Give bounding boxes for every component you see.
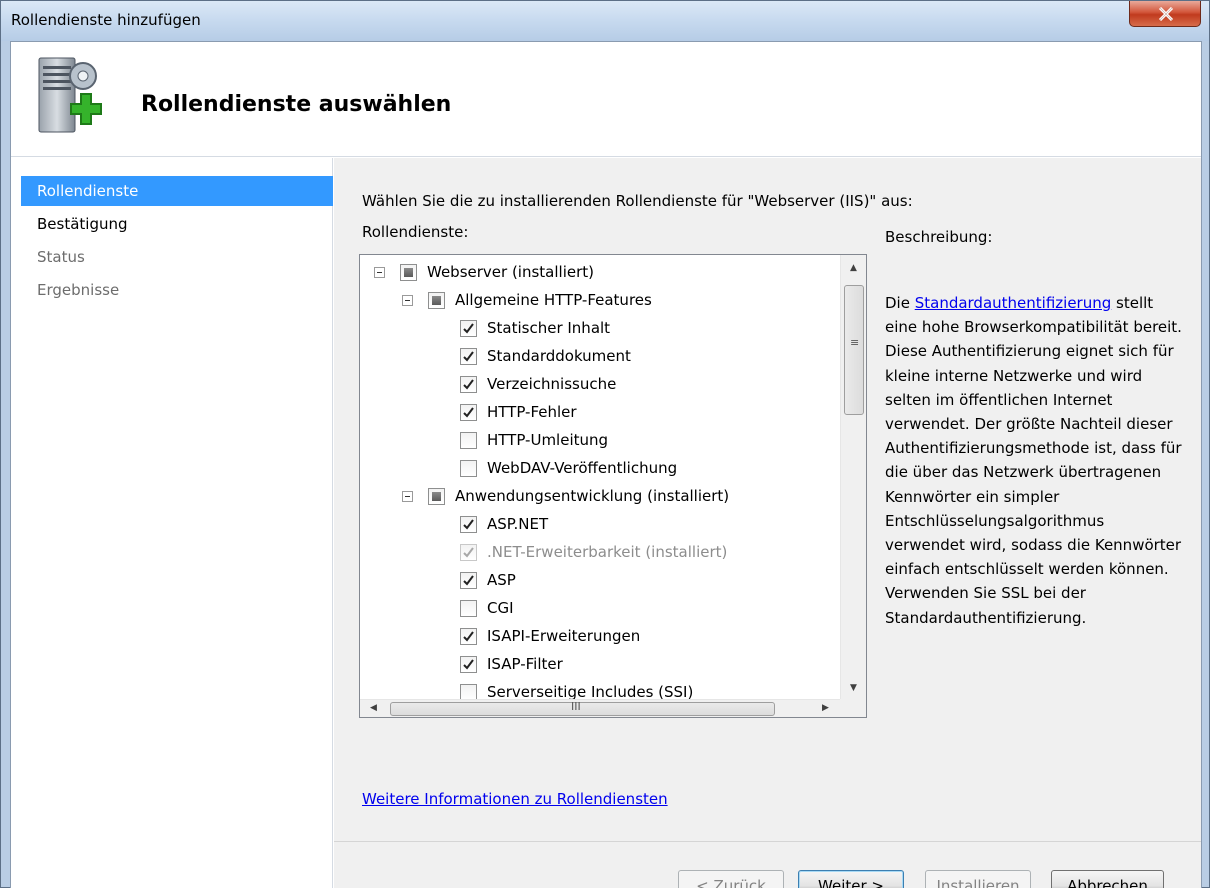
tree-item[interactable]: Statischer Inhalt xyxy=(360,314,838,342)
checkmark-icon xyxy=(463,379,474,390)
wizard-content: Wählen Sie die zu installierenden Rollen… xyxy=(334,158,1201,888)
wizard-header: Rollendienste auswählen xyxy=(11,42,1201,157)
tree-item[interactable]: ISAP-Filter xyxy=(360,650,838,678)
tree-item[interactable]: HTTP-Fehler xyxy=(360,398,838,426)
close-icon xyxy=(1158,7,1174,21)
standardauthentifizierung-link[interactable]: Standardauthentifizierung xyxy=(915,294,1112,312)
checkmark-icon xyxy=(463,323,474,334)
horizontal-scrollbar[interactable]: ◀ III ▶ xyxy=(360,699,840,717)
checkmark-icon xyxy=(463,631,474,642)
nav-item-rollendienste[interactable]: Rollendienste xyxy=(21,176,333,206)
close-button[interactable] xyxy=(1129,1,1201,27)
grip-icon: ≡ xyxy=(850,336,860,349)
tree-item-label: Statischer Inhalt xyxy=(487,319,611,337)
tree-item-label: ISAPI-Erweiterungen xyxy=(487,627,641,645)
description-text: Die Standardauthentifizierung stellt ein… xyxy=(885,291,1185,630)
tree-item-label: ASP xyxy=(487,571,516,589)
tree-item-label: Allgemeine HTTP-Features xyxy=(455,291,652,309)
vertical-scrollbar[interactable]: ▲ ≡ ▼ xyxy=(840,255,866,699)
checkbox[interactable] xyxy=(428,292,445,309)
dialog-client: Rollendienste auswählen Rollendienste Be… xyxy=(10,41,1202,888)
checkmark-icon xyxy=(463,407,474,418)
tree-item[interactable]: CGI xyxy=(360,594,838,622)
install-button[interactable]: Installieren xyxy=(925,870,1031,888)
tree-item[interactable]: ASP.NET xyxy=(360,510,838,538)
nav-item-bestaetigung[interactable]: Bestätigung xyxy=(21,209,333,239)
collapse-icon[interactable] xyxy=(402,295,413,306)
tree-item-label: ISAP-Filter xyxy=(487,655,563,673)
grip-icon: III xyxy=(571,700,581,713)
checkbox[interactable] xyxy=(460,348,477,365)
tree-item-label: Standarddokument xyxy=(487,347,631,365)
tree-item[interactable]: HTTP-Umleitung xyxy=(360,426,838,454)
tree-item-label: .NET-Erweiterbarkeit (installiert) xyxy=(487,543,728,561)
scroll-right-arrow-icon[interactable]: ▶ xyxy=(822,703,829,713)
tree-item[interactable]: Allgemeine HTTP-Features xyxy=(360,286,838,314)
tree-item-label: Webserver (installiert) xyxy=(427,263,594,281)
checkmark-icon xyxy=(463,351,474,362)
description-prefix: Die xyxy=(885,294,915,312)
tree-item[interactable]: ASP xyxy=(360,566,838,594)
checkbox[interactable] xyxy=(428,488,445,505)
tree-item[interactable]: .NET-Erweiterbarkeit (installiert) xyxy=(360,538,838,566)
back-button[interactable]: < Zurück xyxy=(678,870,784,888)
title-bar[interactable]: Rollendienste hinzufügen xyxy=(1,1,1209,41)
window-title: Rollendienste hinzufügen xyxy=(11,11,201,29)
horizontal-scroll-thumb[interactable]: III xyxy=(390,700,775,716)
tree-item-label: Anwendungsentwicklung (installiert) xyxy=(455,487,730,505)
description-body: stellt eine hohe Browserkompatibilität b… xyxy=(885,294,1182,627)
checkmark-icon xyxy=(463,575,474,586)
tree-item[interactable]: WebDAV-Veröffentlichung xyxy=(360,454,838,482)
tree-item[interactable]: Standarddokument xyxy=(360,342,838,370)
nav-item-ergebnisse: Ergebnisse xyxy=(37,281,120,299)
checkmark-icon xyxy=(463,547,474,558)
nav-item-status: Status xyxy=(37,248,85,266)
checkbox[interactable] xyxy=(460,432,477,449)
checkbox[interactable] xyxy=(400,264,417,281)
role-services-tree[interactable]: Webserver (installiert) Allgemeine HTTP-F… xyxy=(359,254,867,718)
tree-item-label: CGI xyxy=(487,599,514,617)
description-label: Beschreibung: xyxy=(885,228,993,246)
scroll-down-arrow-icon[interactable]: ▼ xyxy=(850,683,857,693)
tree-item-label: HTTP-Umleitung xyxy=(487,431,609,449)
checkbox[interactable] xyxy=(460,600,477,617)
checkbox[interactable] xyxy=(460,404,477,421)
dialog-window: Rollendienste hinzufügen Rollendienste a… xyxy=(0,0,1210,888)
checkbox[interactable] xyxy=(460,572,477,589)
tree-item[interactable]: Webserver (installiert) xyxy=(360,258,838,286)
vertical-scroll-thumb[interactable]: ≡ xyxy=(844,285,864,415)
collapse-icon[interactable] xyxy=(402,491,413,502)
tree-item[interactable]: Anwendungsentwicklung (installiert) xyxy=(360,482,838,510)
wizard-nav: Rollendienste Bestätigung Status Ergebni… xyxy=(11,158,333,888)
checkbox[interactable] xyxy=(460,376,477,393)
instruction-text: Wählen Sie die zu installierenden Rollen… xyxy=(362,192,913,210)
checkbox[interactable] xyxy=(460,516,477,533)
checkbox xyxy=(460,544,477,561)
checkbox[interactable] xyxy=(460,320,477,337)
cancel-button[interactable]: Abbrechen xyxy=(1051,870,1164,888)
checkmark-icon xyxy=(463,519,474,530)
tree-item-label: Verzeichnissuche xyxy=(487,375,617,393)
server-add-icon xyxy=(38,57,102,133)
tree-item[interactable]: Verzeichnissuche xyxy=(360,370,838,398)
scrollbar-corner xyxy=(840,699,866,717)
scroll-up-arrow-icon[interactable]: ▲ xyxy=(850,263,857,273)
tree-item-label: WebDAV-Veröffentlichung xyxy=(487,459,678,477)
checkbox[interactable] xyxy=(460,460,477,477)
footer-divider xyxy=(334,841,1201,842)
scroll-left-arrow-icon[interactable]: ◀ xyxy=(370,703,377,713)
checkbox[interactable] xyxy=(460,628,477,645)
tree-item-label: ASP.NET xyxy=(487,515,549,533)
more-info-link[interactable]: Weitere Informationen zu Rollendiensten xyxy=(362,790,668,808)
tree-item[interactable]: ISAPI-Erweiterungen xyxy=(360,622,838,650)
checkmark-icon xyxy=(463,659,474,670)
roles-label: Rollendienste: xyxy=(362,223,469,241)
page-title: Rollendienste auswählen xyxy=(141,92,452,117)
tree-item-label: HTTP-Fehler xyxy=(487,403,577,421)
next-button[interactable]: Weiter > xyxy=(798,870,904,888)
checkbox[interactable] xyxy=(460,656,477,673)
collapse-icon[interactable] xyxy=(374,267,385,278)
